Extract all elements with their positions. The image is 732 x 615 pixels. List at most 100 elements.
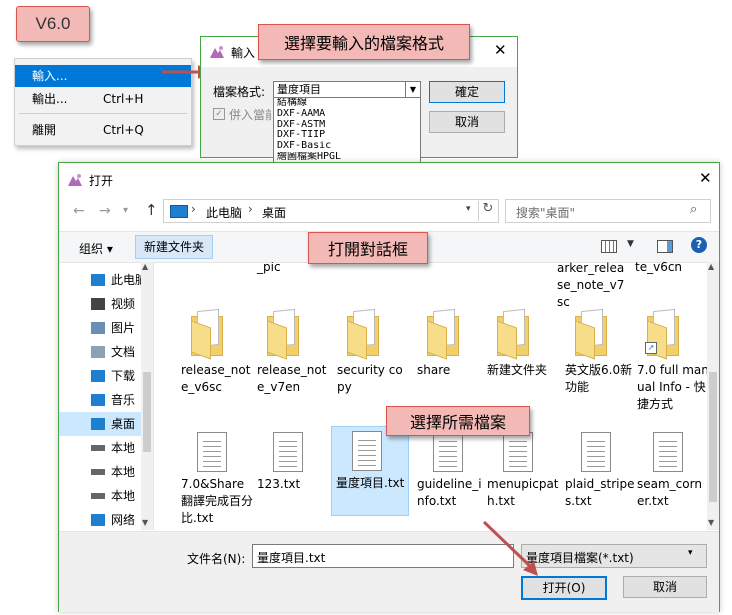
app-icon [210,46,224,58]
chevron-down-icon[interactable]: ▼ [405,82,420,98]
cancel-button[interactable]: 取消 [623,576,707,598]
sidebar-item-drive[interactable]: 本地 [59,484,151,508]
chevron-down-icon[interactable]: ▼ [627,239,634,249]
new-folder-button[interactable]: 新建文件夹 [135,235,214,259]
app-icon [68,174,82,186]
sidebar-item-video[interactable]: 视频 [59,292,151,316]
help-icon[interactable]: ? [691,237,707,253]
folder-item[interactable]: release_note_v6sc [177,308,253,420]
folder-item[interactable]: 英文版6.0新功能 [561,308,637,420]
file-name-label: menupicpath.txt [487,477,559,508]
file-list-scrollbar[interactable]: ▲ ▼ [707,262,719,530]
desktop-icon [91,418,105,430]
sidebar-scrollbar[interactable]: ▲ ▼ [141,262,153,530]
address-bar[interactable]: › 此电脑 › 桌面 ▾ ↻ [163,199,499,223]
sidebar-item-computer[interactable]: 此电脑 [59,268,151,292]
ok-button[interactable]: 確定 [429,81,505,103]
file-name-label: seam_corner.txt [637,477,702,508]
sidebar-item-label: 本地 [111,489,136,503]
breadcrumb-this-pc[interactable]: 此电脑 [206,204,242,221]
chevron-down-icon[interactable]: ▾ [466,204,471,214]
dialog-title: 輸入 [231,46,256,60]
sidebar-item-label: 音乐 [111,393,136,407]
sidebar-item-music[interactable]: 音乐 [59,388,151,412]
drive-icon [91,445,105,451]
music-icon [91,394,105,406]
format-option[interactable]: DXF-Basic [274,141,420,152]
sidebar-item-picture[interactable]: 图片 [59,316,151,340]
organize-button[interactable]: 组织 ▾ [79,240,113,257]
format-option[interactable]: DXF-TIIP [274,130,420,141]
file-item[interactable]: 7.0&Share翻譯完成百分比.txt [177,428,253,528]
file-name-label: release_note_v7en [257,363,327,394]
file-item[interactable]: 量度項目.txt [331,426,409,516]
folder-item[interactable]: ↗ 7.0 full manual Info - 快捷方式 [633,308,707,420]
sidebar-item-label: 视频 [111,297,136,311]
sidebar-item-download[interactable]: 下载 [59,364,151,388]
folder-item[interactable]: 新建文件夹 [483,308,559,420]
text-file-icon [653,432,683,472]
file-item[interactable]: guideline_info.txt [413,428,489,528]
file-name-label: guideline_info.txt [417,477,482,508]
search-input[interactable]: 搜索"桌面" ⌕ [505,199,711,223]
file-name-label: 7.0 full manual Info - 快捷方式 [637,363,707,411]
close-icon[interactable]: ✕ [699,169,712,187]
breadcrumb-desktop[interactable]: 桌面 [262,204,286,221]
folder-icon [497,308,529,360]
search-icon[interactable]: ⌕ [690,202,697,217]
chevron-down-icon[interactable]: ▾ [688,548,693,558]
sidebar-item-drive[interactable]: 本地 [59,436,151,460]
file-name-label: te_v6cn [635,262,683,274]
menu-item-label: 輸出... [32,92,68,106]
merge-checkbox[interactable]: ✓ [213,108,225,120]
file-list: _pic te_v6cn arker_release_note_v7screleas… [157,262,707,530]
sidebar-item-network[interactable]: 网络 [59,508,151,532]
file-name-label: _pic [257,262,281,274]
back-arrow-icon[interactable]: ← [73,203,85,219]
document-icon [91,346,105,358]
computer-icon [91,274,105,286]
folder-item[interactable]: security copy [333,308,409,420]
cancel-button[interactable]: 取消 [429,111,505,133]
file-type-select[interactable]: 量度項目檔案(*.txt) ▾ [521,544,707,568]
folder-item[interactable]: release_note_v7en [253,308,329,420]
sidebar-item-desktop[interactable]: 桌面 [59,412,151,436]
close-icon[interactable]: ✕ [494,41,507,59]
file-item[interactable]: menupicpath.txt [483,428,559,528]
chevron-down-icon[interactable]: ▾ [123,205,128,216]
video-icon [91,298,105,310]
text-file-icon [273,432,303,472]
refresh-icon[interactable]: ↻ [478,201,497,221]
file-item[interactable]: 123.txt [253,428,329,528]
menu-item-exit[interactable]: 離開 Ctrl+Q [15,119,191,141]
forward-arrow-icon[interactable]: → [99,203,111,219]
view-grid-icon[interactable] [601,240,617,253]
menu-item-shortcut: Ctrl+H [103,92,144,106]
format-label: 檔案格式: [213,85,266,99]
sidebar-item-label: 桌面 [111,417,136,431]
folder-item[interactable]: share [413,308,489,420]
preview-pane-icon[interactable] [657,240,673,253]
file-item[interactable]: seam_corner.txt [633,428,707,528]
up-arrow-icon[interactable]: ↑ [145,201,158,219]
format-option[interactable]: DXF-ASTM [274,120,420,131]
filename-input[interactable]: 量度項目.txt [252,544,514,568]
text-file-icon [197,432,227,472]
folder-icon [191,308,223,360]
folder-icon [427,308,459,360]
sidebar-item-label: 本地 [111,441,136,455]
sidebar-item-document[interactable]: 文档 [59,340,151,364]
menu-item-export[interactable]: 輸出... Ctrl+H [15,88,191,110]
dialog-title: 打开 [89,174,114,188]
file-name-label: arker_release_note_v7sc [557,262,625,309]
sidebar-item-drive[interactable]: 本地 [59,460,151,484]
menu-item-shortcut: Ctrl+Q [103,123,144,137]
file-name-label: 123.txt [257,477,301,491]
file-name-label: plaid_stripes.txt [565,477,635,508]
file-name-label: security copy [337,363,403,394]
format-option[interactable]: DXF-AAMA [274,109,420,120]
callout-select-file: 選擇所需檔案 [386,406,530,436]
sidebar-item-label: 网络 [111,513,136,527]
file-item[interactable]: plaid_stripes.txt [561,428,637,528]
format-option[interactable]: 結構線 [274,98,420,109]
